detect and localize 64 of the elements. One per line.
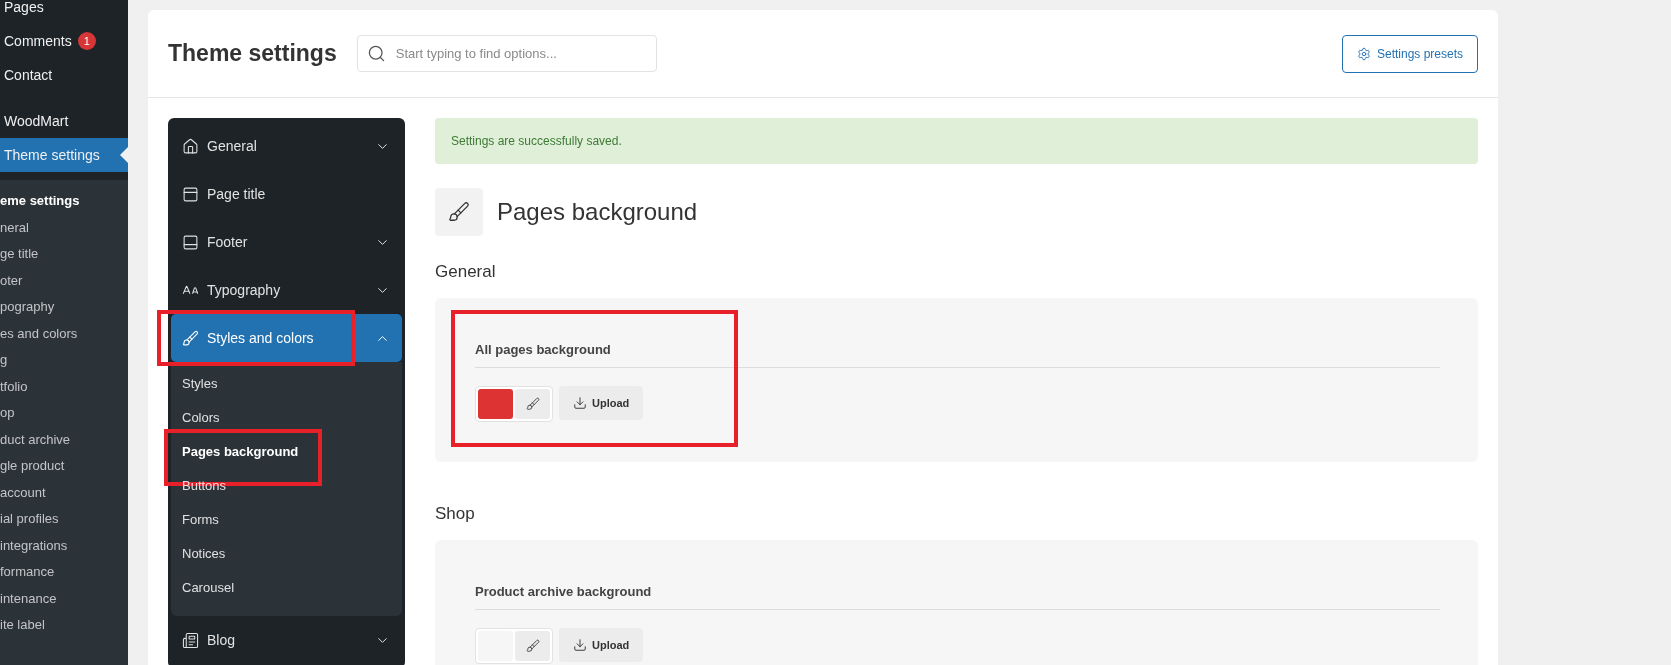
admin-menu-item[interactable]: Comments 1 <box>0 24 128 58</box>
submenu-item[interactable]: ge title <box>0 241 128 268</box>
settings-nav-item[interactable]: Blog <box>171 616 402 664</box>
submenu-item[interactable]: tfolio <box>0 373 128 400</box>
settings-nav-item[interactable]: Page title <box>171 170 402 218</box>
newspaper-icon <box>182 631 199 649</box>
upload-button[interactable]: Upload <box>559 628 644 662</box>
upload-button[interactable]: Upload <box>559 386 644 420</box>
settings-nav-item[interactable]: Typography <box>171 266 402 314</box>
brush-icon <box>525 397 540 411</box>
settings-subnav-item[interactable]: Notices <box>171 536 402 570</box>
submenu-item[interactable]: g <box>0 347 128 374</box>
submenu-item[interactable]: op <box>0 400 128 427</box>
submenu-item[interactable]: intenance <box>0 585 128 612</box>
settings-subnav-item[interactable]: Carousel <box>171 570 402 604</box>
option-label: Product archive background <box>475 572 1440 610</box>
settings-subnav-item[interactable]: Forms <box>171 502 402 536</box>
submenu-item[interactable]: ite label <box>0 612 128 639</box>
submenu-item[interactable]: formance <box>0 559 128 586</box>
color-swatch[interactable] <box>478 389 513 419</box>
page-title: Theme settings <box>168 40 337 67</box>
settings-nav-item[interactable]: General <box>171 122 402 170</box>
settings-subnav-item[interactable]: Pages background <box>171 434 402 468</box>
section-title: Pages background <box>497 198 698 226</box>
submenu-item[interactable]: pography <box>0 294 128 321</box>
brush-icon <box>435 188 483 236</box>
submenu-item[interactable]: es and colors <box>0 320 128 347</box>
settings-subnav-item[interactable]: Colors <box>171 400 402 434</box>
admin-menu-item[interactable]: Contact <box>0 58 128 92</box>
color-field[interactable] <box>475 628 553 664</box>
brush-icon <box>182 329 199 347</box>
search-field[interactable]: Start typing to find options... <box>356 35 657 72</box>
color-field[interactable] <box>475 386 553 422</box>
brush-icon <box>525 639 540 653</box>
panel-icon <box>182 185 199 203</box>
settings-nav-item[interactable]: Styles and colors <box>171 314 402 362</box>
submenu-item[interactable]: neral <box>0 214 128 241</box>
download-icon <box>573 396 587 410</box>
settings-subnav-item[interactable]: Styles <box>171 366 402 400</box>
option-label: All pages background <box>475 330 1440 368</box>
color-swatch[interactable] <box>478 631 513 661</box>
home-icon <box>182 137 199 155</box>
submenu-item[interactable]: ial profiles <box>0 506 128 533</box>
color-picker-button[interactable] <box>515 389 550 419</box>
settings-presets-button[interactable]: Settings presets <box>1341 34 1478 73</box>
submenu-item[interactable]: oter <box>0 267 128 294</box>
settings-icon <box>1356 46 1371 61</box>
admin-menu-item[interactable]: WoodMart <box>0 104 128 138</box>
panel-icon <box>182 233 199 251</box>
settings-nav-item[interactable]: Footer <box>171 218 402 266</box>
success-notice: Settings are successfully saved. <box>435 118 1478 164</box>
group-title: General <box>435 262 497 282</box>
submenu-item[interactable]: gle product <box>0 453 128 480</box>
admin-menu-item[interactable]: Pages <box>0 0 128 24</box>
count-badge: 1 <box>77 32 96 50</box>
search-icon <box>366 44 386 63</box>
submenu-item[interactable]: account <box>0 479 128 506</box>
color-picker-button[interactable] <box>515 631 550 661</box>
download-icon <box>573 638 587 652</box>
admin-menu-item[interactable]: Theme settings <box>0 138 128 172</box>
group-title: Shop <box>435 504 476 524</box>
submenu-item[interactable]: integrations <box>0 532 128 559</box>
submenu-title[interactable]: eme settings <box>0 188 128 215</box>
submenu-item[interactable]: duct archive <box>0 426 128 453</box>
